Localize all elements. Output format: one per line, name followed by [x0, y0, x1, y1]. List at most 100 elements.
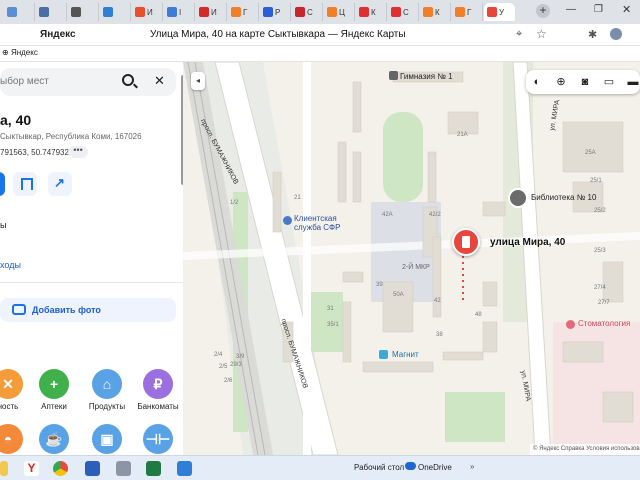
district-label: 2-Й МКР: [402, 264, 430, 271]
house-number: 2/6: [224, 378, 233, 384]
house-number: 2/5: [219, 364, 228, 370]
category-label: Банкоматы: [137, 402, 179, 411]
side-panel: ыбор мест ✕ а, 40 Сыктывкар, Республика …: [0, 62, 183, 455]
tab-label: И: [211, 7, 217, 17]
browser-tab[interactable]: С: [292, 3, 323, 21]
extension-icon[interactable]: ✱: [588, 28, 597, 41]
browser-tab[interactable]: I: [164, 3, 195, 21]
toolbar-expand-arrow[interactable]: »: [470, 462, 474, 471]
camera-icon: [12, 304, 26, 315]
map-graphics: [183, 62, 640, 455]
browser-tab[interactable]: И: [132, 3, 163, 21]
maximize-button[interactable]: ❐: [594, 4, 603, 15]
tab-label: К: [371, 7, 376, 17]
house-number: 25А: [585, 150, 596, 156]
browser-tab[interactable]: И: [196, 3, 227, 21]
coordinates[interactable]: 791563, 50.747932: [0, 148, 69, 157]
library-label[interactable]: Библиотека № 10: [531, 193, 596, 202]
browser-tab[interactable]: Р: [260, 3, 291, 21]
location-icon[interactable]: ⌖: [516, 28, 522, 41]
browser-tab[interactable]: [68, 3, 99, 21]
library-photo-icon[interactable]: [508, 188, 528, 208]
office-icon[interactable]: [283, 216, 292, 225]
pin-label[interactable]: улица Мира, 40: [490, 237, 565, 248]
desktop-toolbar-label[interactable]: Рабочий стол: [354, 463, 404, 472]
category-dumbbell[interactable]: ⊣⊢: [133, 424, 183, 455]
ruble-icon: ₽: [143, 369, 173, 399]
calculator-icon[interactable]: [116, 461, 131, 476]
layers-icon[interactable]: ◐: [530, 75, 544, 89]
coordinates-more-button[interactable]: •••: [68, 146, 88, 158]
category-pharmacy-cross[interactable]: + Аптеки: [29, 369, 79, 415]
place-pin-icon[interactable]: [452, 228, 480, 256]
chrome-icon[interactable]: [53, 461, 68, 476]
house-number: 35/1: [327, 322, 339, 328]
search-input[interactable]: ыбор мест: [0, 76, 49, 87]
windows-taskbar: Y Рабочий стол OneDrive »: [0, 455, 640, 480]
browser-tab[interactable]: Г: [228, 3, 259, 21]
onedrive-label[interactable]: OneDrive: [418, 463, 452, 472]
browser-tab[interactable]: Ц: [324, 3, 355, 21]
add-photo-button[interactable]: Добавить фото: [0, 298, 176, 322]
category-label: Продукты: [88, 402, 126, 411]
browser-tab[interactable]: [100, 3, 131, 21]
house-number: 42: [434, 298, 441, 304]
category-basket[interactable]: ⌂ Продукты: [82, 369, 132, 415]
share-icon[interactable]: [48, 172, 72, 196]
paint-icon[interactable]: [177, 461, 192, 476]
close-window-button[interactable]: ✕: [622, 3, 631, 16]
browser-tab[interactable]: Г: [452, 3, 483, 21]
map-toolbar: ◐ ⊕ ◙ ▭ ▬: [526, 70, 640, 94]
house-number: 42А: [382, 212, 393, 218]
address-bar[interactable]: Яндекс Улица Мира, 40 на карте Сыктывкар…: [0, 24, 640, 46]
bookmark-icon[interactable]: [13, 172, 37, 196]
magnit-label[interactable]: Магнит: [392, 350, 419, 359]
close-icon[interactable]: ✕: [154, 73, 165, 89]
excel-icon[interactable]: [146, 461, 161, 476]
browser-tab[interactable]: К: [356, 3, 387, 21]
widgets-icon[interactable]: [0, 461, 8, 476]
bookmark-label: Яндекс: [10, 48, 38, 57]
browser-tab[interactable]: У: [484, 3, 515, 21]
collapse-panel-button[interactable]: ◂: [191, 72, 205, 90]
dentistry-icon[interactable]: [566, 320, 575, 329]
category-cup[interactable]: ☕: [29, 424, 79, 455]
bookmark-yandex[interactable]: ⊕ Яндекс: [2, 48, 38, 57]
category-bag[interactable]: ▣: [82, 424, 132, 455]
dentistry-label[interactable]: Стоматология: [578, 319, 630, 328]
bus-icon[interactable]: ▭: [602, 75, 616, 89]
map-canvas[interactable]: [183, 62, 640, 455]
place-title: а, 40: [0, 112, 32, 128]
tab-label: К: [435, 7, 440, 17]
browser-tab[interactable]: [36, 3, 67, 21]
house-number: 27/7: [598, 300, 610, 306]
onedrive-cloud-icon[interactable]: [405, 462, 416, 470]
binoculars-icon[interactable]: ⊕: [554, 75, 568, 89]
hat-icon: ◓: [0, 424, 23, 454]
school-icon[interactable]: [389, 71, 398, 80]
gymnasium-label[interactable]: Гимназия № 1: [400, 72, 453, 81]
browser-tab[interactable]: [4, 3, 35, 21]
minimize-button[interactable]: —: [566, 4, 576, 15]
category-ruble[interactable]: ₽ Банкоматы: [133, 369, 183, 415]
house-number: 25/2: [594, 208, 606, 214]
browser-tab[interactable]: С: [388, 3, 419, 21]
search-icon[interactable]: [122, 74, 134, 86]
word-icon[interactable]: [85, 461, 100, 476]
new-tab-button[interactable]: +: [536, 4, 550, 18]
tab-label: С: [307, 7, 313, 17]
camera-icon[interactable]: ◙: [578, 75, 592, 89]
shop-icon[interactable]: [379, 350, 388, 359]
favicon-icon: [231, 7, 241, 17]
car-icon[interactable]: ▬: [626, 75, 640, 89]
entrances-link[interactable]: ходы: [0, 260, 21, 270]
yandex-browser-icon[interactable]: Y: [24, 461, 39, 476]
search-box[interactable]: ыбор мест ✕: [0, 68, 176, 96]
profile-avatar[interactable]: [610, 28, 622, 40]
browser-tab[interactable]: К: [420, 3, 451, 21]
route-button[interactable]: [0, 172, 5, 196]
sfr-label[interactable]: Клиентская служба СФР: [294, 214, 340, 232]
favicon-icon: [359, 7, 369, 17]
map-copyright[interactable]: © Яндекс Справка Условия использования: [530, 444, 640, 455]
bookmark-star-icon[interactable]: ☆: [536, 27, 547, 41]
